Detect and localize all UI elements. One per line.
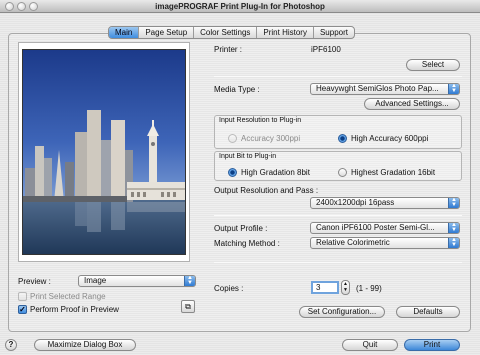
window-titlebar: imagePROGRAF Print Plug-In for Photoshop [0, 0, 480, 13]
preview-mode-value: Image [84, 276, 107, 285]
popup-arrows-icon: ▲ ▼ [448, 238, 459, 248]
tab-support[interactable]: Support [314, 27, 354, 38]
close-window-icon[interactable] [5, 2, 14, 11]
printer-name: iPF6100 [311, 45, 341, 54]
accuracy-300ppi-label: Accuracy 300ppi [241, 134, 301, 143]
maximize-dialog-button[interactable]: Maximize Dialog Box [34, 339, 136, 351]
city-skyline-photo [23, 50, 185, 254]
select-printer-button[interactable]: Select [406, 59, 460, 71]
output-profile-label: Output Profile : [214, 224, 268, 233]
highest-gradation-16bit-label: Highest Gradation 16bit [351, 168, 436, 177]
set-configuration-button[interactable]: Set Configuration... [299, 306, 385, 318]
tab-color-settings[interactable]: Color Settings [194, 27, 258, 38]
media-type-value: Heavywght SemiGlos Photo Pap... [316, 84, 439, 93]
output-resolution-select[interactable]: 2400x1200dpi 16pass ▲ ▼ [310, 197, 460, 209]
input-bit-title: Input Bit to Plug-in [219, 153, 277, 160]
preview-mode-select[interactable]: Image ▲ ▼ [78, 275, 196, 287]
tab-page-setup[interactable]: Page Setup [139, 27, 195, 38]
preview-label: Preview : [18, 277, 51, 286]
tab-main[interactable]: Main [109, 27, 140, 38]
tab-bar: Main Page Setup Color Settings Print His… [108, 26, 355, 39]
preview-image [22, 49, 186, 255]
advanced-settings-button[interactable]: Advanced Settings... [364, 98, 460, 110]
highest-gradation-16bit-radio[interactable] [338, 168, 347, 177]
tab-print-history[interactable]: Print History [257, 27, 314, 38]
window-title: imagePROGRAF Print Plug-In for Photoshop [155, 2, 325, 11]
copies-input[interactable]: 3 [311, 281, 339, 294]
perform-proof-checkbox[interactable]: ✓ [18, 305, 27, 314]
output-resolution-label: Output Resolution and Pass : [214, 186, 319, 195]
output-profile-value: Canon iPF6100 Poster Semi-Gl... [316, 223, 435, 232]
quit-button[interactable]: Quit [342, 339, 398, 351]
matching-method-label: Matching Method : [214, 239, 280, 248]
copies-stepper[interactable]: ▲ ▼ [341, 280, 350, 295]
accuracy-300ppi-radio[interactable] [228, 134, 237, 143]
defaults-button[interactable]: Defaults [396, 306, 460, 318]
copies-label: Copies : [214, 284, 244, 293]
minimize-window-icon[interactable] [17, 2, 26, 11]
high-gradation-8bit-radio[interactable] [228, 168, 237, 177]
help-icon[interactable]: ? [5, 339, 17, 351]
divider [214, 76, 462, 77]
divider [214, 215, 462, 216]
input-resolution-title: Input Resolution to Plug-in [219, 117, 302, 124]
divider [214, 262, 462, 263]
print-button[interactable]: Print [404, 339, 460, 351]
media-type-select[interactable]: Heavywght SemiGlos Photo Pap... ▲ ▼ [310, 83, 460, 95]
popup-arrows-icon: ▲ ▼ [448, 84, 459, 94]
high-accuracy-600ppi-label: High Accuracy 600ppi [351, 134, 429, 143]
proof-preview-icon[interactable]: ⧉ [181, 300, 195, 313]
copies-range: (1 - 99) [356, 284, 382, 293]
zoom-window-icon[interactable] [29, 2, 38, 11]
print-selected-range-label: Print Selected Range [30, 292, 106, 301]
printer-label: Printer : [214, 45, 243, 54]
popup-arrows-icon: ▲ ▼ [448, 223, 459, 233]
matching-method-value: Relative Colorimetric [316, 238, 390, 247]
high-accuracy-600ppi-radio[interactable] [338, 134, 347, 143]
print-selected-range-checkbox[interactable] [18, 292, 27, 301]
output-profile-select[interactable]: Canon iPF6100 Poster Semi-Gl... ▲ ▼ [310, 222, 460, 234]
output-resolution-value: 2400x1200dpi 16pass [316, 198, 395, 207]
popup-arrows-icon: ▲ ▼ [184, 276, 195, 286]
perform-proof-label: Perform Proof in Preview [30, 305, 119, 314]
high-gradation-8bit-label: High Gradation 8bit [241, 168, 310, 177]
popup-arrows-icon: ▲ ▼ [448, 198, 459, 208]
matching-method-select[interactable]: Relative Colorimetric ▲ ▼ [310, 237, 460, 249]
media-type-label: Media Type : [214, 85, 260, 94]
